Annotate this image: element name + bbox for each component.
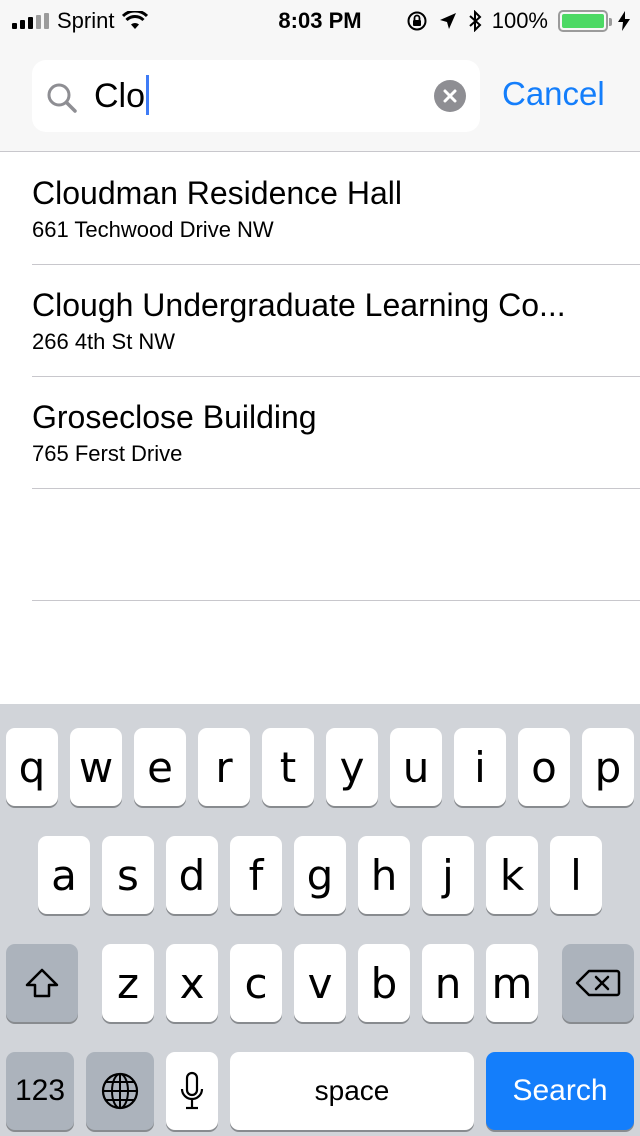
delete-key[interactable] [562,944,634,1022]
key-z[interactable]: z [102,944,154,1022]
key-s[interactable]: s [102,836,154,914]
battery-icon [558,10,612,32]
result-title: Clough Undergraduate Learning Co... [32,287,566,323]
key-x[interactable]: x [166,944,218,1022]
shift-key[interactable] [6,944,78,1022]
result-item[interactable]: Cloudman Residence Hall 661 Techwood Dri… [32,153,640,265]
search-icon [47,83,77,113]
key-y[interactable]: y [326,728,378,806]
key-m[interactable]: m [486,944,538,1022]
key-k[interactable]: k [486,836,538,914]
numbers-key[interactable]: 123 [6,1052,74,1130]
key-h[interactable]: h [358,836,410,914]
result-address: 765 Ferst Drive [32,441,183,466]
key-i[interactable]: i [454,728,506,806]
location-arrow-icon [439,13,456,29]
key-g[interactable]: g [294,836,346,914]
key-o[interactable]: o [518,728,570,806]
key-a[interactable]: a [38,836,90,914]
dictation-key[interactable] [166,1052,218,1130]
close-icon [443,89,457,103]
result-item[interactable]: Clough Undergraduate Learning Co... 266 … [32,265,640,377]
key-t[interactable]: t [262,728,314,806]
key-b[interactable]: b [358,944,410,1022]
search-header: Sprint 8:03 PM 100% Clo Cancel [0,0,640,152]
key-n[interactable]: n [422,944,474,1022]
key-r[interactable]: r [198,728,250,806]
clear-text-button[interactable] [434,80,466,112]
key-p[interactable]: p [582,728,634,806]
text-cursor [146,75,150,115]
key-l[interactable]: l [550,836,602,914]
space-key[interactable]: space [230,1052,474,1130]
globe-icon [101,1072,139,1110]
search-input-value: Clo [94,74,150,118]
keyboard: q w e r t y u i o p a s d f g h j k l z … [0,704,640,1136]
key-c[interactable]: c [230,944,282,1022]
result-address: 661 Techwood Drive NW [32,217,274,242]
result-title: Groseclose Building [32,399,317,435]
backspace-icon [575,969,621,997]
cancel-button[interactable]: Cancel [502,74,605,114]
key-f[interactable]: f [230,836,282,914]
orientation-lock-icon [407,11,427,31]
status-right: 100% [406,8,630,34]
globe-key[interactable] [86,1052,154,1130]
key-w[interactable]: w [70,728,122,806]
key-e[interactable]: e [134,728,186,806]
bluetooth-icon [469,10,482,32]
result-item[interactable]: Groseclose Building 765 Ferst Drive [32,377,640,489]
key-q[interactable]: q [6,728,58,806]
empty-list-row [32,489,640,601]
search-results-list: Cloudman Residence Hall 661 Techwood Dri… [0,153,640,601]
key-j[interactable]: j [422,836,474,914]
key-u[interactable]: u [390,728,442,806]
search-key[interactable]: Search [486,1052,634,1130]
microphone-icon [180,1071,204,1110]
key-d[interactable]: d [166,836,218,914]
charging-bolt-icon [618,11,630,31]
status-bar: Sprint 8:03 PM 100% [0,0,640,40]
battery-percentage: 100% [491,8,548,33]
shift-icon [25,968,59,998]
key-v[interactable]: v [294,944,346,1022]
result-title: Cloudman Residence Hall [32,175,402,211]
result-address: 266 4th St NW [32,329,176,354]
search-input[interactable]: Clo [32,60,480,132]
